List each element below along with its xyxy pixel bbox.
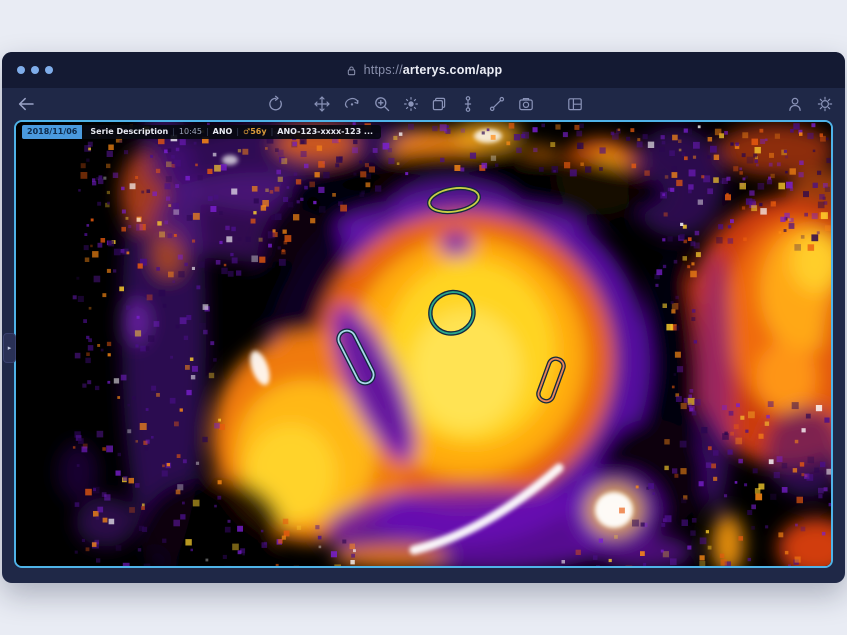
account-button[interactable] xyxy=(783,92,807,116)
study-time: 10:45 xyxy=(176,125,205,139)
reset-rotate-button[interactable] xyxy=(263,92,287,116)
cardiac-mri-heatmap xyxy=(16,122,833,568)
layout-grid-icon xyxy=(566,95,584,113)
line-measure-icon xyxy=(488,95,506,113)
patient-sex-age: ♂56y xyxy=(240,125,270,139)
series-description: Serie Description xyxy=(87,125,171,139)
layout-button[interactable] xyxy=(563,92,587,116)
app-window: https://arterys.com/app xyxy=(2,52,845,583)
lock-icon xyxy=(345,64,358,77)
user-icon xyxy=(786,95,804,113)
arrow-left-icon xyxy=(16,94,36,114)
layers-icon xyxy=(430,95,448,113)
pan-move-icon xyxy=(313,95,331,113)
image-viewport[interactable]: 2018/11/06 Serie Description | 10:45 | A… xyxy=(14,120,833,568)
gear-icon xyxy=(816,95,834,113)
address-bar[interactable]: https://arterys.com/app xyxy=(2,52,845,88)
caliper-button[interactable] xyxy=(456,92,480,116)
chevron-right-icon: ▸ xyxy=(8,344,12,352)
pan-button[interactable] xyxy=(310,92,334,116)
rotate-ccw-icon xyxy=(266,95,284,113)
camera-icon xyxy=(517,95,535,113)
settings-button[interactable] xyxy=(813,92,837,116)
zoom-button[interactable] xyxy=(370,92,394,116)
sidebar-expand-handle[interactable]: ▸ xyxy=(3,333,16,363)
rotate-view-button[interactable] xyxy=(340,92,364,116)
study-date: 2018/11/06 xyxy=(22,125,82,139)
zoom-in-icon xyxy=(373,95,391,113)
study-id: ANO-123-xxxx-123 ... xyxy=(274,125,376,139)
url-protocol: https:// xyxy=(364,63,403,77)
caliper-icon xyxy=(459,95,477,113)
browser-titlebar: https://arterys.com/app xyxy=(2,52,845,88)
window-level-button[interactable] xyxy=(399,92,423,116)
viewer-toolbar xyxy=(2,88,845,120)
url-address: arterys.com/app xyxy=(403,63,503,77)
brightness-icon xyxy=(402,95,420,113)
patient-name: ANO xyxy=(210,125,236,139)
back-button[interactable] xyxy=(14,92,38,116)
measure-line-button[interactable] xyxy=(485,92,509,116)
layers-button[interactable] xyxy=(427,92,451,116)
rotate-cw-icon xyxy=(343,95,361,113)
study-metadata-bar: 2018/11/06 Serie Description | 10:45 | A… xyxy=(22,125,381,139)
snapshot-button[interactable] xyxy=(514,92,538,116)
